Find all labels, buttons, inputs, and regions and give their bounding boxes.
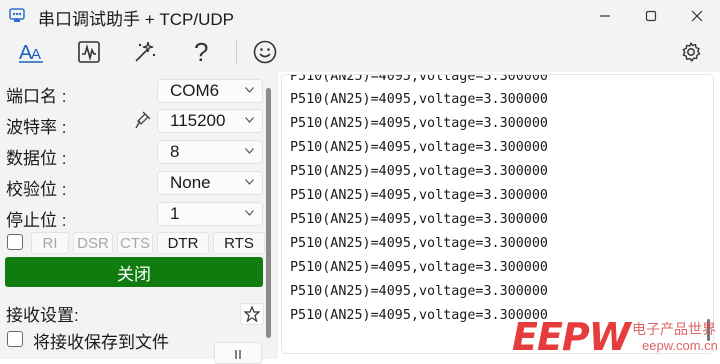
magic-button[interactable]: [128, 36, 162, 68]
chevron-down-icon: [245, 179, 254, 185]
dsr-indicator: DSR: [73, 232, 113, 254]
ri-indicator: RI: [31, 232, 69, 254]
baud-label: 波特率 :: [6, 118, 67, 137]
output-line: P510(AN25)=4095,voltage=3.300000: [290, 236, 548, 251]
baud-value: 115200: [170, 111, 226, 130]
minimize-icon: [600, 15, 610, 17]
dtr-toggle[interactable]: DTR: [157, 232, 209, 254]
serial-port-app-icon: [9, 8, 25, 22]
toolbar-separator: [236, 40, 237, 64]
magic-wand-icon: [135, 41, 156, 62]
stopbits-value: 1: [170, 204, 180, 223]
svg-text:A: A: [31, 46, 41, 63]
settings-button[interactable]: [674, 36, 708, 68]
parity-select[interactable]: None: [157, 171, 263, 195]
serial-settings-panel: 端口名 : COM6 波特率 : 115200 数据位 : 8 校验位 : No…: [0, 72, 278, 364]
receive-output[interactable]: P510(AN25)=4095,voltage=3.300000 P510(AN…: [281, 74, 714, 354]
cts-indicator: CTS: [117, 232, 153, 254]
help-button[interactable]: ?: [184, 36, 218, 68]
port-select[interactable]: COM6: [157, 79, 263, 103]
close-port-button[interactable]: 关闭: [5, 257, 263, 287]
port-label: 端口名 :: [6, 87, 67, 106]
watermark-logo: EEPW: [512, 315, 631, 359]
stopbits-select[interactable]: 1: [157, 202, 263, 226]
parity-label: 校验位 :: [6, 180, 67, 199]
maximize-button[interactable]: [628, 0, 674, 32]
toolbar: A A ?: [0, 32, 720, 72]
font-size-icon: A A: [19, 42, 43, 64]
window-title: 串口调试助手 + TCP/UDP: [38, 10, 234, 29]
baud-select[interactable]: 115200: [157, 109, 263, 133]
output-line: P510(AN25)=4095,voltage=3.300000: [290, 140, 548, 155]
databits-value: 8: [170, 142, 180, 161]
save-to-file-label: 将接收保存到文件: [33, 333, 169, 352]
output-line: P510(AN25)=4095,voltage=3.300000: [290, 116, 548, 131]
port-value: COM6: [170, 81, 220, 100]
signal-checkbox[interactable]: [7, 234, 23, 250]
stopbits-label: 停止位 :: [6, 211, 67, 230]
parity-value: None: [170, 173, 211, 192]
question-mark-icon: ?: [194, 39, 208, 65]
databits-select[interactable]: 8: [157, 140, 263, 164]
emoji-button[interactable]: [248, 36, 282, 68]
waveform-chart-icon: [78, 41, 100, 63]
output-line: P510(AN25)=4095,voltage=3.300000: [290, 308, 548, 323]
title-bar: 串口调试助手 + TCP/UDP: [0, 0, 720, 32]
svg-text:?: ?: [194, 39, 208, 65]
pause-button[interactable]: [214, 342, 262, 364]
databits-label: 数据位 :: [6, 149, 67, 168]
output-line-partial: P510(AN25)=4095,voltage=3.300000: [290, 74, 548, 84]
close-window-button[interactable]: [674, 0, 720, 32]
smiley-face-icon: [253, 40, 277, 64]
watermark-cn-text: 电子产品世界: [632, 321, 716, 337]
gear-icon: [682, 42, 701, 62]
chart-button[interactable]: [72, 36, 106, 68]
save-to-file-checkbox[interactable]: [7, 331, 23, 347]
pin-icon[interactable]: [128, 108, 152, 132]
watermark-url: eepw.com.cn: [642, 338, 718, 353]
output-line: P510(AN25)=4095,voltage=3.300000: [290, 212, 548, 227]
output-line: P510(AN25)=4095,voltage=3.300000: [290, 164, 548, 179]
settings-scrollbar[interactable]: [266, 88, 271, 338]
chevron-down-icon: [245, 210, 254, 216]
font-button[interactable]: A A: [14, 36, 48, 68]
maximize-icon: [645, 10, 657, 22]
pause-icon: [235, 350, 241, 359]
chevron-down-icon: [245, 117, 254, 123]
minimize-button[interactable]: [582, 0, 628, 32]
output-line: P510(AN25)=4095,voltage=3.300000: [290, 92, 548, 107]
favorite-button[interactable]: [240, 303, 264, 325]
receive-settings-label: 接收设置:: [6, 306, 79, 325]
rts-toggle[interactable]: RTS: [213, 232, 265, 254]
star-icon: [244, 306, 260, 322]
output-line: P510(AN25)=4095,voltage=3.300000: [290, 284, 548, 299]
close-icon: [691, 10, 703, 22]
chevron-down-icon: [245, 87, 254, 93]
output-line: P510(AN25)=4095,voltage=3.300000: [290, 260, 548, 275]
output-line: P510(AN25)=4095,voltage=3.300000: [290, 188, 548, 203]
chevron-down-icon: [245, 148, 254, 154]
